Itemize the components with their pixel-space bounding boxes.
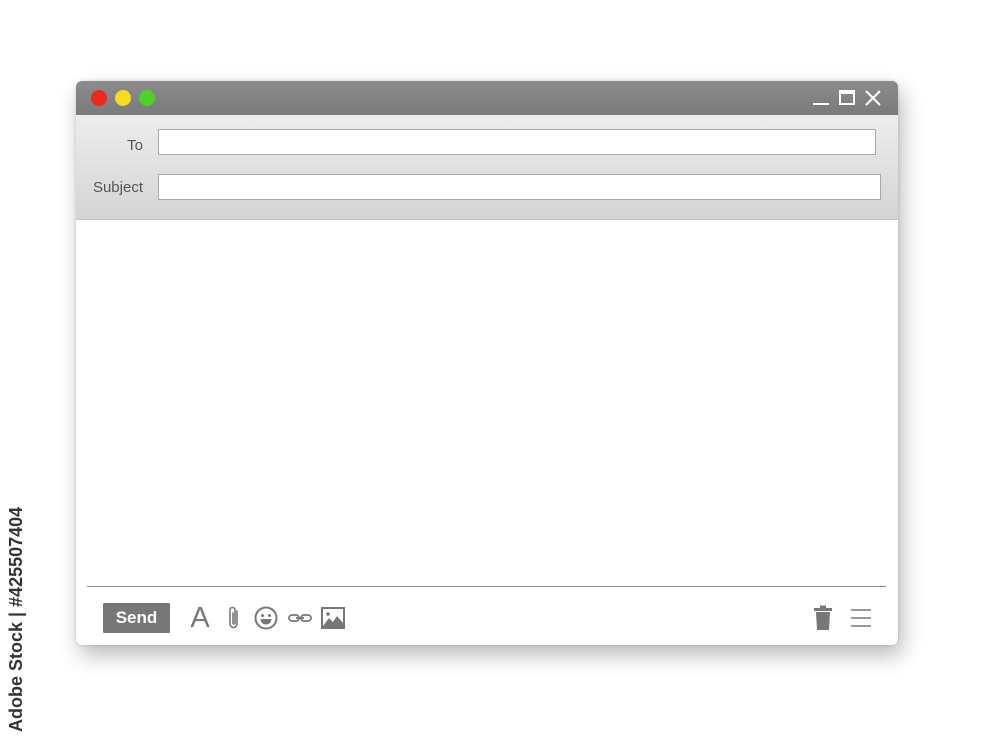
message-body[interactable]: [76, 220, 898, 588]
image-icon[interactable]: [319, 603, 347, 633]
title-bar[interactable]: [76, 81, 898, 115]
menu-icon[interactable]: [847, 603, 875, 633]
format-text-icon[interactable]: A: [186, 602, 214, 634]
stock-watermark: Adobe Stock | #425507404: [6, 506, 26, 732]
link-icon[interactable]: [286, 603, 314, 633]
minimize-dot-icon[interactable]: [115, 90, 131, 106]
to-label: To: [127, 137, 143, 154]
maximize-dot-icon[interactable]: [139, 90, 155, 106]
minimize-icon[interactable]: [811, 88, 831, 108]
compose-header: To Subject: [76, 115, 898, 220]
send-button[interactable]: Send: [103, 603, 170, 633]
maximize-icon[interactable]: [837, 88, 857, 108]
attachment-icon[interactable]: [220, 603, 248, 633]
subject-label: Subject: [92, 179, 143, 196]
close-icon[interactable]: [863, 88, 883, 108]
emoji-icon[interactable]: [252, 603, 280, 633]
subject-input[interactable]: [158, 174, 881, 200]
to-input[interactable]: [158, 129, 876, 155]
trash-icon[interactable]: [809, 603, 837, 633]
toolbar-divider: [87, 586, 886, 587]
close-dot-icon[interactable]: [91, 90, 107, 106]
email-compose-window: To Subject Send A: [76, 81, 898, 645]
